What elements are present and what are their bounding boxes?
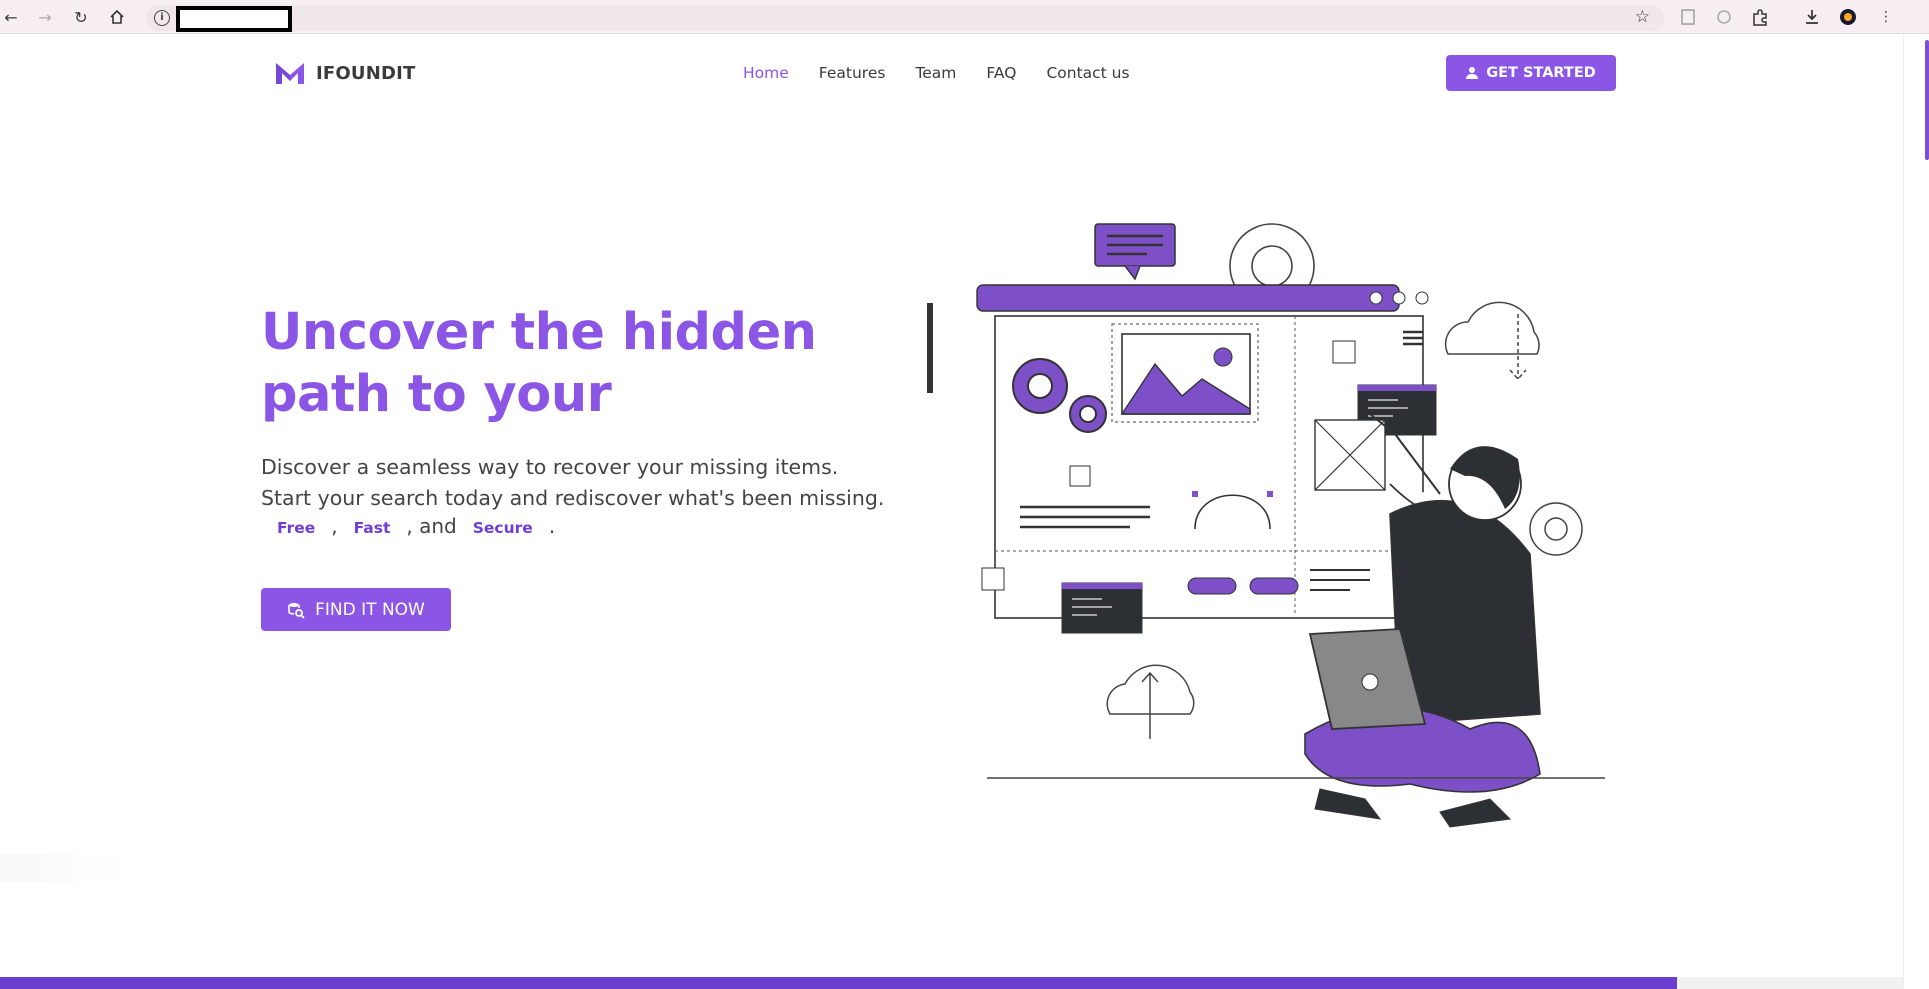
download-icon[interactable] [1802, 7, 1822, 27]
tag-fast: Fast [353, 519, 391, 537]
find-it-now-button[interactable]: FIND IT NOW [261, 588, 451, 631]
address-bar[interactable]: i ☆ [146, 5, 1664, 32]
extension-doc-icon[interactable] [1678, 7, 1698, 27]
scrollbar-thumb[interactable] [1925, 40, 1929, 160]
feature-tags: Free , Fast , and Secure . [261, 514, 555, 538]
user-icon [1466, 67, 1479, 79]
image-placeholder-icon [1111, 323, 1259, 423]
page-scrollbar[interactable] [1903, 34, 1929, 989]
menu-kebab-icon[interactable]: ⋮ [1876, 7, 1896, 27]
landing-page: IFOUNDIT Home Features Team FAQ Contact … [0, 34, 1903, 989]
get-started-button[interactable]: GET STARTED [1446, 55, 1616, 91]
cloud-upload-icon [1106, 664, 1195, 739]
tag-separator-end: . [548, 514, 556, 538]
window-titlebar [976, 284, 1400, 312]
faded-overlay [0, 854, 125, 882]
extensions-puzzle-icon[interactable] [1750, 7, 1770, 27]
main-nav: Home Features Team FAQ Contact us [743, 64, 1160, 82]
home-icon[interactable] [106, 6, 128, 28]
scroll-progress-bar [0, 977, 1903, 989]
cloud-download-icon [1444, 301, 1540, 381]
url-redaction-box [176, 6, 292, 32]
tag-free: Free [277, 519, 316, 537]
bookmark-star-icon[interactable]: ☆ [1635, 7, 1650, 27]
typing-caret [927, 303, 933, 393]
pill-button-shape [1187, 577, 1237, 595]
chat-bubble-icon [1094, 223, 1176, 281]
tag-separator-and: , and [406, 514, 457, 538]
site-info-icon[interactable]: i [154, 10, 170, 26]
nav-team[interactable]: Team [915, 64, 956, 82]
scroll-progress-fill [0, 977, 1677, 989]
profile-avatar-icon[interactable] [1838, 7, 1858, 27]
reload-icon[interactable]: ↻ [70, 6, 92, 28]
find-it-now-label: FIND IT NOW [315, 599, 425, 620]
nav-faq[interactable]: FAQ [986, 64, 1016, 82]
hero-subtitle-line1: Discover a seamless way to recover your … [261, 455, 839, 479]
nav-features[interactable]: Features [819, 64, 886, 82]
logo-m-icon [276, 63, 304, 84]
search-database-icon [288, 602, 305, 619]
nav-contact[interactable]: Contact us [1046, 64, 1129, 82]
back-arrow-icon[interactable]: ← [0, 6, 22, 28]
tag-secure: Secure [472, 519, 533, 537]
forward-arrow-icon[interactable]: → [34, 6, 56, 28]
get-started-label: GET STARTED [1486, 65, 1596, 81]
hero-illustration [976, 223, 1605, 828]
small-gear-icon [1529, 502, 1583, 556]
hero-subtitle-line2: Start your search today and rediscover w… [261, 486, 885, 510]
hero-title: Uncover the hidden path to your [261, 303, 817, 424]
nav-home[interactable]: Home [743, 64, 789, 82]
extension-circle-icon[interactable] [1714, 7, 1734, 27]
brand-name: IFOUNDIT [316, 62, 416, 84]
browser-toolbar: ← → ↻ i ☆ ⋮ [0, 0, 1929, 34]
brand-logo[interactable]: IFOUNDIT [274, 60, 416, 86]
hero-subtitle: Discover a seamless way to recover your … [261, 452, 884, 514]
